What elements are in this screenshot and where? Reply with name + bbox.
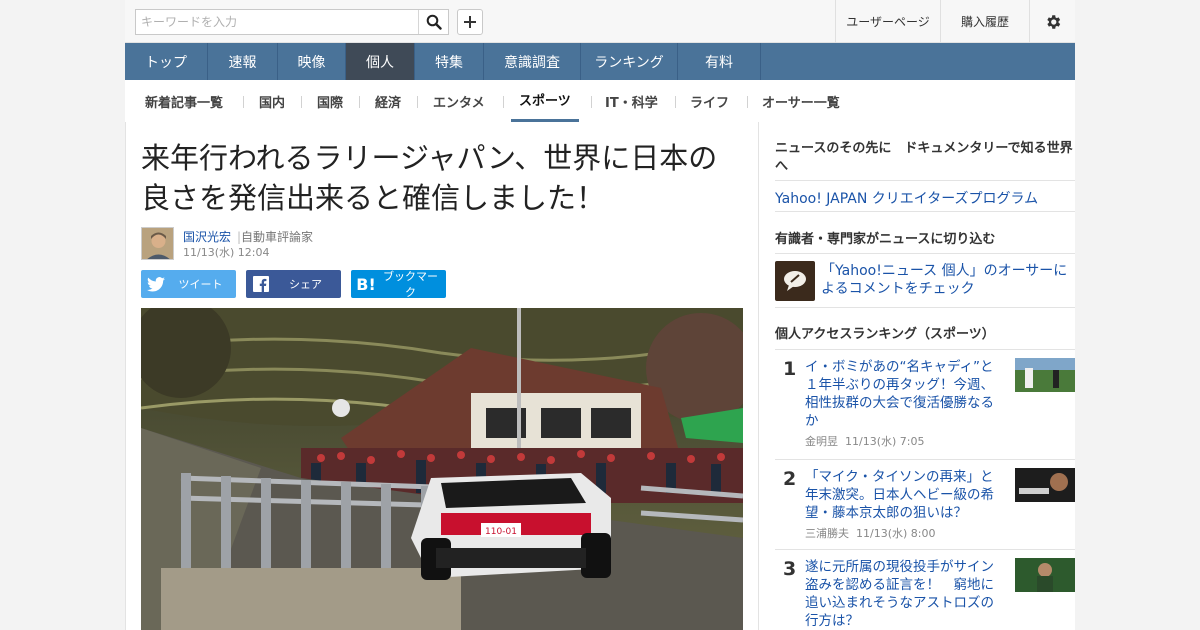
ranking-heading: 個人アクセスランキング（スポーツ） bbox=[775, 327, 995, 342]
sub-nav: 新着記事一覧 国内 国際 経済 エンタメ スポーツ IT・科学 ライフ オーサー… bbox=[125, 80, 1075, 122]
subnav-divider bbox=[359, 96, 360, 108]
sidebar-divider bbox=[775, 307, 1075, 308]
facebook-share-label: シェア bbox=[289, 278, 322, 291]
main-nav: トップ 速報 映像 個人 特集 意識調査 ランキング 有料 bbox=[125, 43, 1075, 80]
author-avatar[interactable] bbox=[141, 227, 174, 260]
subnav-entertainment[interactable]: エンタメ bbox=[433, 80, 485, 122]
author-portrait-icon bbox=[142, 228, 173, 259]
sidebar-divider bbox=[775, 549, 1075, 550]
tweet-button[interactable]: ツイート bbox=[141, 270, 236, 298]
gear-icon bbox=[1046, 14, 1060, 29]
experts-heading: 有識者・専門家がニュースに切り込む bbox=[775, 232, 996, 247]
rally-car-photo: 110-01 bbox=[141, 308, 743, 630]
subnav-divider bbox=[747, 96, 748, 108]
sidebar-divider bbox=[775, 180, 1075, 181]
subnav-divider bbox=[591, 96, 592, 108]
search-icon bbox=[426, 14, 442, 30]
author-name[interactable]: 国沢光宏 bbox=[183, 228, 231, 245]
ranking-author: 三浦勝夫 bbox=[805, 527, 849, 540]
hatena-bookmark-icon: B! bbox=[356, 274, 376, 294]
subnav-authors[interactable]: オーサー一覧 bbox=[762, 80, 840, 122]
ranking-author: 金明昱 bbox=[805, 435, 838, 448]
top-bar: ユーザーページ 購入履歴 bbox=[125, 0, 1075, 43]
subnav-divider bbox=[417, 96, 418, 108]
creators-program-link[interactable]: Yahoo! JAPAN クリエイターズプログラム bbox=[775, 188, 1038, 208]
nav-features[interactable]: 特集 bbox=[415, 43, 484, 80]
ranking-date: 11/13(水) 8:00 bbox=[856, 527, 936, 540]
experts-comment-link[interactable]: 「Yahoo!ニュース 個人」のオーサーによるコメントをチェック bbox=[821, 262, 1075, 298]
ranking-headline[interactable]: 「マイク・タイソンの再来」と年末激突。日本人ヘビー級の希望・藤本京太郎の狙いは？ bbox=[805, 468, 1005, 522]
nav-breaking[interactable]: 速報 bbox=[208, 43, 278, 80]
facebook-icon bbox=[246, 276, 276, 292]
hatena-bookmark-button[interactable]: B! ブックマーク bbox=[351, 270, 446, 299]
sidebar-divider bbox=[775, 459, 1075, 460]
ranking-item[interactable]: 1 イ・ボミがあの“名キャディ”と１年半ぶりの再タッグ！今週、相性抜群の大会で復… bbox=[775, 358, 1075, 458]
ranking-meta: 三浦勝夫 11/13(水) 8:00 bbox=[805, 525, 935, 541]
ranking-thumbnail[interactable] bbox=[1015, 358, 1075, 392]
nav-video[interactable]: 映像 bbox=[278, 43, 346, 80]
article-photo: 110-01 bbox=[141, 308, 743, 630]
nav-top[interactable]: トップ bbox=[125, 43, 208, 80]
subnav-economy[interactable]: 経済 bbox=[375, 80, 401, 122]
subnav-divider bbox=[675, 96, 676, 108]
add-button[interactable] bbox=[457, 9, 483, 35]
ranking-item[interactable]: 2 「マイク・タイソンの再来」と年末激突。日本人ヘビー級の希望・藤本京太郎の狙い… bbox=[775, 468, 1075, 548]
search-input[interactable] bbox=[136, 10, 414, 34]
license-plate-text: 110-01 bbox=[485, 527, 517, 537]
subnav-divider bbox=[243, 96, 244, 108]
documentary-heading: ニュースのその先に ドキュメンタリーで知る世界へ bbox=[775, 141, 1073, 174]
search-box bbox=[135, 9, 449, 35]
ranking-item[interactable]: 3 遂に元所属の現役投手がサイン盗みを認める証言を！ 窮地に追い込まれそうなアス… bbox=[775, 558, 1075, 630]
subnav-international[interactable]: 国際 bbox=[317, 80, 343, 122]
user-page-link[interactable]: ユーザーページ bbox=[835, 0, 940, 43]
article: 来年行われるラリージャパン、世界に日本の良さを発信出来ると確信しました！ 国沢光… bbox=[125, 122, 759, 630]
ranking-date: 11/13(水) 7:05 bbox=[845, 435, 925, 448]
twitter-icon bbox=[141, 276, 171, 292]
subnav-new-articles[interactable]: 新着記事一覧 bbox=[145, 80, 223, 122]
purchase-history-link[interactable]: 購入履歴 bbox=[940, 0, 1029, 43]
ranking-number: 1 bbox=[783, 358, 797, 380]
search-button[interactable] bbox=[418, 10, 448, 34]
ranking-thumbnail[interactable] bbox=[1015, 558, 1075, 592]
facebook-share-button[interactable]: シェア bbox=[246, 270, 341, 298]
tweet-label: ツイート bbox=[178, 278, 223, 291]
subnav-it-science[interactable]: IT・科学 bbox=[605, 80, 658, 122]
sidebar-divider bbox=[775, 349, 1075, 350]
ranking-headline[interactable]: イ・ボミがあの“名キャディ”と１年半ぶりの再タッグ！今週、相性抜群の大会で復活優… bbox=[805, 358, 1005, 430]
ranking-headline[interactable]: 遂に元所属の現役投手がサイン盗みを認める証言を！ 窮地に追い込まれそうなアストロ… bbox=[805, 558, 1005, 630]
ranking-thumbnail[interactable] bbox=[1015, 468, 1075, 502]
article-title: 来年行われるラリージャパン、世界に日本の良さを発信出来ると確信しました！ bbox=[141, 141, 718, 215]
settings-button[interactable] bbox=[1029, 0, 1075, 43]
subnav-divider bbox=[503, 96, 504, 108]
yahoo-news-personal-icon[interactable] bbox=[775, 261, 815, 301]
post-date: 11/13(水) 12:04 bbox=[183, 246, 270, 259]
nav-ranking[interactable]: ランキング bbox=[581, 43, 678, 80]
ranking-number: 2 bbox=[783, 468, 797, 490]
nav-paid[interactable]: 有料 bbox=[678, 43, 761, 80]
subnav-sports[interactable]: スポーツ bbox=[511, 80, 579, 122]
author-role-text: 自動車評論家 bbox=[241, 230, 314, 244]
ranking-number: 3 bbox=[783, 558, 797, 580]
comment-feather-icon bbox=[784, 271, 806, 291]
nav-survey[interactable]: 意識調査 bbox=[484, 43, 581, 80]
sidebar-divider bbox=[775, 253, 1075, 254]
sidebar-divider bbox=[775, 211, 1075, 212]
subnav-divider bbox=[301, 96, 302, 108]
subnav-domestic[interactable]: 国内 bbox=[259, 80, 285, 122]
hatena-bookmark-label: ブックマーク bbox=[383, 270, 438, 299]
plus-icon bbox=[464, 16, 476, 28]
nav-personal[interactable]: 個人 bbox=[346, 43, 415, 80]
subnav-life[interactable]: ライフ bbox=[690, 80, 729, 122]
author-role: |自動車評論家 bbox=[237, 228, 313, 245]
sidebar: ニュースのその先に ドキュメンタリーで知る世界へ Yahoo! JAPAN クリ… bbox=[759, 122, 1075, 630]
ranking-meta: 金明昱 11/13(水) 7:05 bbox=[805, 433, 924, 449]
